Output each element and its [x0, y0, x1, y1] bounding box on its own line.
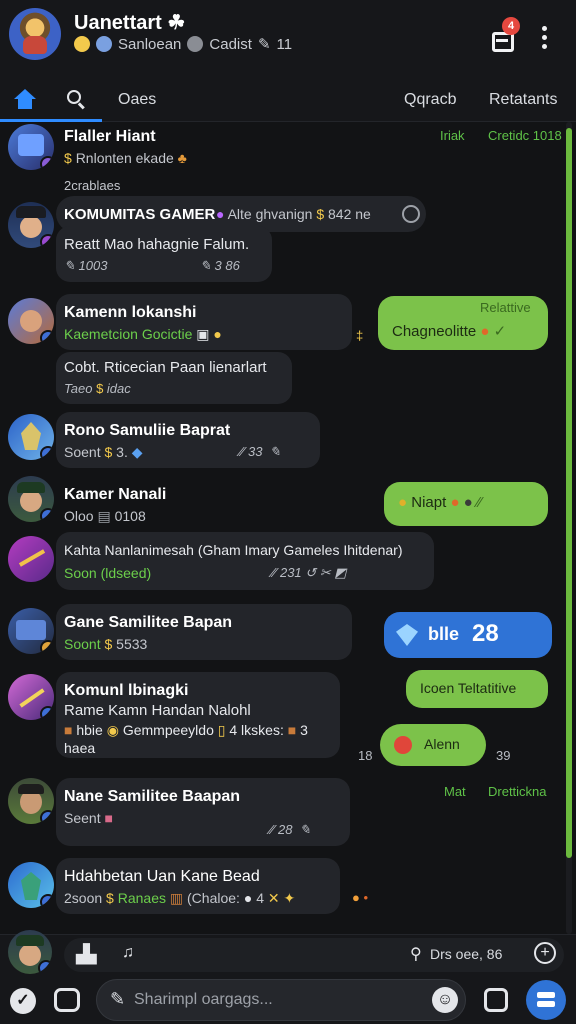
label-left: Iriak	[440, 128, 465, 143]
sender-status: 2soon $ Ranaes ▥ (Chaloe: ● 4 ✕ ✦	[64, 890, 296, 906]
search-icon	[67, 89, 85, 109]
tab-home[interactable]	[0, 78, 50, 122]
stats-icon[interactable]: ▟▖	[76, 944, 104, 965]
emoji-icon	[394, 736, 412, 754]
check-icon[interactable]: ✓	[10, 988, 36, 1014]
scrollbar-thumb[interactable]	[566, 128, 572, 858]
message-meta: 39	[496, 748, 511, 763]
send-icon[interactable]	[526, 980, 566, 1020]
message-meta: Taeo $ idac	[64, 381, 131, 396]
close-icon[interactable]	[402, 205, 420, 223]
avatar[interactable]	[8, 536, 54, 582]
sender-status: Seent ■	[64, 810, 113, 826]
label-right: Cretidc 1018	[488, 128, 562, 143]
caption-text: 2crablaes	[64, 178, 121, 193]
pin-icon: ‡	[356, 328, 364, 343]
message-text: Rame Kamn Handan Nalohl	[64, 702, 251, 719]
message-text: Cobt. Rticecian Paan lienarlart	[64, 359, 267, 376]
more-options-icon[interactable]	[536, 26, 552, 54]
sender-status: $ Rnlonten ekade ♣	[64, 150, 187, 166]
app-header: Uanettart ☘ Sanloean Cadist ✎ 11 4	[0, 0, 576, 78]
sticker-icon[interactable]	[484, 988, 508, 1012]
sender-name: Hdahbetan Uan Kane Bead	[64, 868, 260, 885]
sender-name: Komunl lbinagki	[64, 682, 189, 699]
sender-status: Kaemetcion Gocictie ▣ ●	[64, 326, 222, 342]
label-left: Mat	[444, 784, 466, 799]
globe-icon	[96, 36, 112, 52]
avatar[interactable]	[8, 202, 54, 248]
tab-bar: Oaes Qqracb Retatants	[0, 78, 576, 122]
reply-text: blle	[428, 624, 460, 644]
sender-status: Soont $ 5533	[64, 636, 148, 652]
message-text: ■ hbie ◉ Gemmpeeyldo ▯ 4 lkskes: ■ 3	[64, 722, 308, 738]
pencil-icon: ✎	[257, 36, 271, 53]
chat-title: Uanettart ☘	[74, 12, 186, 34]
reply-text: Chagneolitte ● ✓	[392, 323, 507, 340]
sender-status: Soon (ldseed)	[64, 565, 152, 581]
sender-name: Kamer Nanali	[64, 486, 167, 503]
headset-icon[interactable]: ♫	[122, 944, 134, 962]
sender-status: Oloo ▤ 0108	[64, 508, 146, 524]
reply-tag: Relattive	[480, 300, 531, 315]
location-icon: ⚲	[410, 946, 422, 963]
message-text: Kahta Nanlanimesah (Gham Imary Gameles I…	[64, 542, 403, 558]
message-meta: ⁄⁄ 33 ✎	[240, 444, 281, 459]
message-text: Reatt Mao hahagnie Falum.	[64, 236, 250, 253]
avatar[interactable]	[8, 862, 54, 908]
tab-oaes[interactable]: Oaes	[118, 78, 156, 122]
message-meta: ⁄⁄ 231 ↺ ✂ ◩	[272, 565, 347, 580]
avatar[interactable]	[8, 674, 54, 720]
camera-icon[interactable]	[54, 988, 80, 1012]
message-text: haea	[64, 740, 96, 756]
sender-name: KOMUMITAS GAMER	[64, 206, 216, 223]
gear-icon	[187, 36, 204, 52]
tab-qqracb[interactable]: Qqracb	[404, 78, 456, 122]
sender-name: Nane Samilitee Baapan	[64, 788, 241, 805]
message-bubble[interactable]	[56, 532, 434, 590]
sender-name: Kamenn lokanshi	[64, 304, 197, 321]
sender-name: Rono Samuliie Baprat	[64, 422, 231, 439]
home-icon	[14, 88, 36, 109]
reply-number: 28	[472, 620, 499, 647]
sender-status: ● Alte ghvanign $ 842 ne	[216, 206, 371, 222]
avatar[interactable]	[8, 414, 54, 460]
message-meta: 18	[358, 748, 373, 763]
message-meta: ✎ 3 86	[200, 258, 240, 273]
notification-badge: 4	[502, 17, 520, 35]
chat-subtitle: Sanloean Cadist ✎ 11	[74, 35, 292, 53]
reaction-text: Alenn	[424, 736, 460, 752]
pen-icon: ✎	[110, 989, 126, 1009]
reply-text: ● Niapt ● ● ⁄⁄	[398, 494, 482, 511]
profile-avatar[interactable]	[9, 8, 61, 60]
reply-status: Drs oee, 86	[430, 946, 503, 962]
add-icon[interactable]: +	[534, 942, 556, 964]
avatar[interactable]	[8, 476, 54, 522]
reply-text: Icoen Teltatitive	[420, 680, 517, 696]
sender-name: Gane Samilitee Bapan	[64, 614, 233, 631]
sender-name: Flaller Hiant	[64, 128, 156, 145]
label-right: Drettickna	[488, 784, 547, 799]
subtitle-part-3: 11	[276, 35, 293, 53]
tab-search[interactable]	[50, 78, 102, 122]
emoji-icon[interactable]: ☺	[432, 987, 458, 1013]
reaction-icons: ● •	[352, 890, 369, 905]
avatar[interactable]	[8, 298, 54, 344]
message-meta: ✎ 1003	[64, 258, 108, 273]
message-meta: ⁄⁄ 28 ✎	[270, 822, 311, 837]
sender-status: Soent $ 3. ◆	[64, 444, 143, 460]
subtitle-part-1: Sanloean	[118, 35, 182, 53]
subtitle-part-2: Cadist	[209, 35, 252, 53]
avatar[interactable]	[8, 608, 54, 654]
emoji-icon	[74, 36, 90, 52]
message-feed[interactable]: Flaller Hiant $ Rnlonten ekade ♣ Iriak C…	[0, 122, 566, 934]
avatar[interactable]	[8, 778, 54, 824]
message-placeholder: Sharimpl oargags...	[134, 991, 273, 1008]
tab-retatants[interactable]: Retatants	[489, 78, 557, 122]
avatar[interactable]	[8, 124, 54, 170]
my-avatar[interactable]	[8, 930, 52, 974]
